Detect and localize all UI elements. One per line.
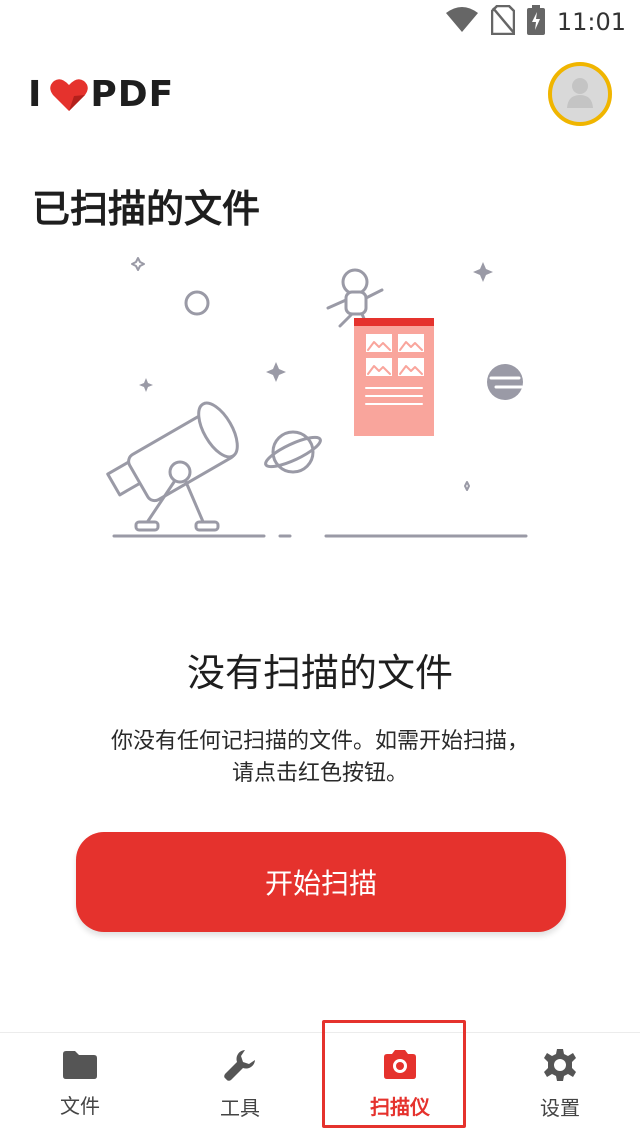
heart-icon — [50, 78, 89, 112]
status-icons: 11:01 — [445, 4, 626, 39]
empty-state-description: 你没有任何记扫描的文件。如需开始扫描， 请点击红色按钮。 — [60, 726, 580, 790]
empty-state-description-line1: 你没有任何记扫描的文件。如需开始扫描， — [110, 729, 529, 754]
nav-label-scanner: 扫描仪 — [370, 1095, 430, 1119]
nav-label-tools: 工具 — [220, 1096, 260, 1120]
status-time: 11:01 — [556, 8, 626, 36]
telescope — [106, 401, 239, 532]
folder-icon — [61, 1050, 99, 1084]
empty-state-illustration — [100, 250, 540, 550]
avatar[interactable] — [548, 62, 612, 126]
page-title: 已扫描的文件 — [32, 187, 261, 231]
user-avatar-icon — [565, 75, 595, 113]
wrench-icon — [223, 1048, 257, 1086]
empty-state-title: 没有扫描的文件 — [186, 651, 453, 695]
start-scan-button[interactable]: 开始扫描 — [76, 832, 566, 932]
nav-item-tools[interactable]: 工具 — [160, 1033, 320, 1136]
no-sim-icon — [490, 4, 516, 39]
ilovepdf-logo[interactable]: I PDF — [28, 74, 174, 115]
nav-item-scanner[interactable]: 扫描仪 — [320, 1033, 480, 1136]
nav-item-settings[interactable]: 设置 — [480, 1033, 640, 1136]
ring-circle — [184, 290, 210, 316]
nav-label-files: 文件 — [60, 1094, 100, 1118]
logo-text-right: PDF — [90, 74, 175, 115]
wifi-icon — [445, 7, 479, 37]
app-header: I PDF — [0, 50, 640, 140]
empty-state-description-line2: 请点击红色按钮。 — [231, 761, 408, 786]
logo-text-left: I — [28, 74, 43, 115]
gear-icon — [543, 1048, 577, 1086]
status-bar: 11:01 — [0, 0, 640, 44]
bottom-nav: 文件 工具 扫描仪 设置 — [0, 1032, 640, 1136]
nav-label-settings: 设置 — [540, 1096, 580, 1120]
battery-charging-icon — [526, 5, 545, 39]
camera-icon — [381, 1049, 419, 1085]
nav-item-files[interactable]: 文件 — [0, 1033, 160, 1136]
